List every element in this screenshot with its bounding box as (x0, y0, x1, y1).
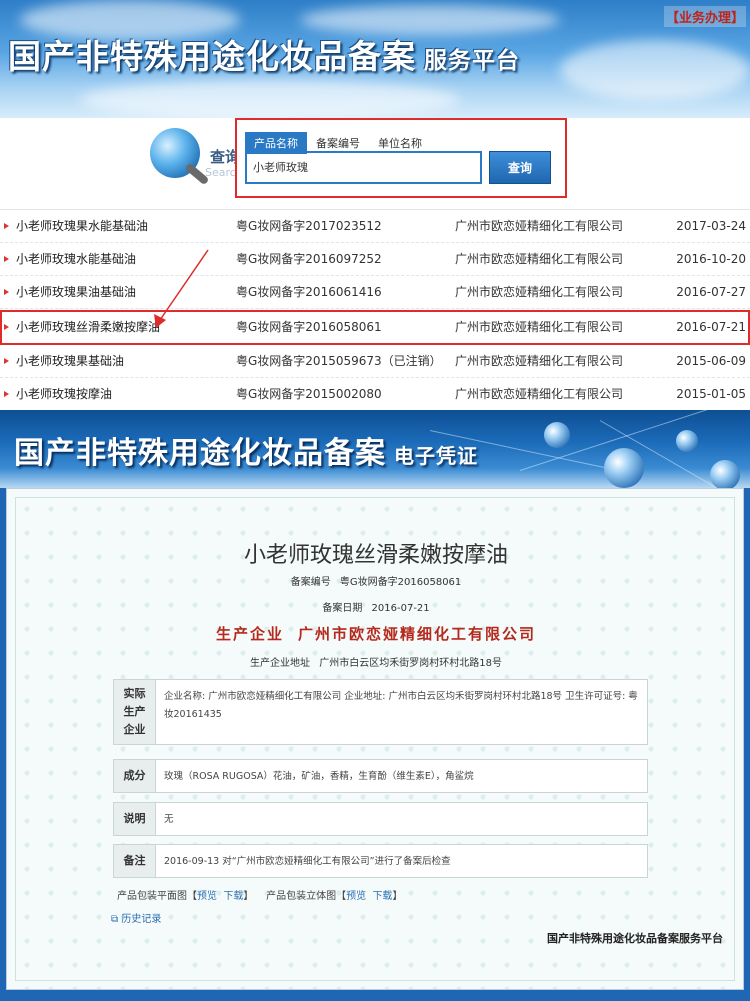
search-button[interactable]: 查询 (489, 151, 551, 184)
certificate-frame: 小老师玫瑰丝滑柔嫩按摩油 备案编号 粤G妆网备字2016058061 备案日期 … (0, 488, 750, 1001)
result-company: 广州市欧恋娅精细化工有限公司 (455, 320, 624, 334)
ingredients-label: 成分 (114, 760, 156, 792)
result-company: 广州市欧恋娅精细化工有限公司 (455, 285, 624, 299)
reg-date-value: 2016-07-21 (371, 603, 430, 614)
address-value: 广州市白云区均禾街罗岗村环村北路18号 (319, 658, 502, 669)
result-row[interactable]: 小老师玫瑰果基础油 粤G妆网备字2015059673（已注销） 广州市欧恋娅精细… (0, 345, 750, 378)
bullet-icon (4, 223, 9, 229)
reg-date-label: 备案日期 (322, 603, 363, 614)
platform-header: 国产非特殊用途化妆品备案 服务平台 【业务办理】 (0, 0, 750, 118)
note-box: 说明 无 (113, 802, 648, 836)
result-code: 粤G妆网备字2015059673（已注销） (236, 354, 442, 368)
remark-value: 2016-09-13 对“广州市欧恋娅精细化工有限公司”进行了备案后检查 (164, 856, 451, 867)
result-code: 粤G妆网备字2016058061 (236, 320, 382, 334)
product-name: 小老师玫瑰丝滑柔嫩按摩油 (243, 543, 508, 568)
result-code: 粤G妆网备字2016061416 (236, 285, 382, 299)
pkg-flat-label: 产品包装平面图【 (117, 891, 197, 902)
result-name[interactable]: 小老师玫瑰果水能基础油 (16, 210, 148, 243)
result-date: 2016-07-27 (676, 285, 746, 299)
history-link[interactable]: ⧉ 历史记录 (111, 910, 161, 925)
result-company: 广州市欧恋娅精细化工有限公司 (455, 387, 624, 401)
actual-producer-value: 企业名称: 广州市欧恋娅精细化工有限公司 企业地址: 广州市白云区均禾街罗岗村环… (164, 691, 638, 720)
address-label: 生产企业地址 (250, 658, 311, 669)
note-label: 说明 (114, 803, 156, 835)
reg-number-label: 备案编号 (290, 577, 331, 588)
pkg-flat-preview-link[interactable]: 预览 (197, 891, 217, 902)
result-code: 粤G妆网备字2015002080 (236, 387, 382, 401)
result-row-highlighted[interactable]: 小老师玫瑰丝滑柔嫩按摩油 粤G妆网备字2016058061 广州市欧恋娅精细化工… (0, 310, 750, 345)
result-row[interactable]: 小老师玫瑰水能基础油 粤G妆网备字2016097252 广州市欧恋娅精细化工有限… (0, 243, 750, 276)
certificate: 小老师玫瑰丝滑柔嫩按摩油 备案编号 粤G妆网备字2016058061 备案日期 … (6, 488, 744, 990)
producer-line: 生产企业 广州市欧恋娅精细化工有限公司 (7, 623, 745, 644)
result-name[interactable]: 小老师玫瑰果油基础油 (16, 276, 136, 309)
result-row[interactable]: 小老师玫瑰按摩油 粤G妆网备字2015002080 广州市欧恋娅精细化工有限公司… (0, 378, 750, 411)
molecule-orb (676, 430, 698, 452)
results-list: 小老师玫瑰果水能基础油 粤G妆网备字2017023512 广州市欧恋娅精细化工有… (0, 210, 750, 411)
search-box: 产品名称 备案编号 单位名称 小老师玫瑰 查询 (235, 118, 567, 198)
footer-brand: 国产非特殊用途化妆品备案服务平台 (547, 932, 723, 945)
cloud-decoration (560, 40, 750, 100)
cloud-decoration (80, 80, 460, 118)
reg-number-line: 备案编号 粤G妆网备字2016058061 (7, 573, 745, 588)
pkg-flat-close: 】 (243, 891, 254, 902)
result-date: 2016-07-21 (676, 320, 746, 334)
actual-producer-label: 实际生产企业 (114, 680, 156, 744)
history-icon: ⧉ (111, 914, 119, 925)
result-company: 广州市欧恋娅精细化工有限公司 (455, 354, 624, 368)
search-input[interactable]: 小老师玫瑰 (245, 151, 482, 184)
result-row[interactable]: 小老师玫瑰果水能基础油 粤G妆网备字2017023512 广州市欧恋娅精细化工有… (0, 210, 750, 243)
address-line: 生产企业地址 广州市白云区均禾街罗岗村环村北路18号 (7, 654, 745, 669)
molecule-orb (604, 448, 644, 488)
result-row[interactable]: 小老师玫瑰果油基础油 粤G妆网备字2016061416 广州市欧恋娅精细化工有限… (0, 276, 750, 309)
bullet-icon (4, 256, 9, 262)
pkg-3d-close: 】 (392, 891, 403, 902)
remark-label: 备注 (114, 845, 156, 877)
search-area: 查询 Search 产品名称 备案编号 单位名称 小老师玫瑰 查询 (0, 118, 750, 210)
reg-date-line: 备案日期 2016-07-21 (7, 599, 745, 614)
business-link[interactable]: 【业务办理】 (663, 6, 746, 27)
remark-box: 备注 2016-09-13 对“广州市欧恋娅精细化工有限公司”进行了备案后检查 (113, 844, 648, 878)
producer-label: 生产企业 (215, 625, 284, 643)
bullet-icon (4, 391, 9, 397)
platform-title: 国产非特殊用途化妆品备案 服务平台 (8, 37, 520, 76)
result-code: 粤G妆网备字2017023512 (236, 219, 382, 233)
actual-producer-box: 实际生产企业 企业名称: 广州市欧恋娅精细化工有限公司 企业地址: 广州市白云区… (113, 679, 648, 745)
reg-number-value: 粤G妆网备字2016058061 (339, 577, 462, 588)
pkg-3d-label: 产品包装立体图【 (266, 891, 347, 902)
result-code: 粤G妆网备字2016097252 (236, 252, 382, 266)
note-value: 无 (164, 814, 174, 825)
result-date: 2016-10-20 (676, 252, 746, 266)
bullet-icon (4, 289, 9, 295)
bullet-icon (4, 324, 9, 330)
molecule-orb (710, 460, 740, 488)
result-name[interactable]: 小老师玫瑰丝滑柔嫩按摩油 (16, 312, 160, 343)
molecule-orb (544, 422, 570, 448)
bullet-icon (4, 358, 9, 364)
certificate-header-title: 国产非特殊用途化妆品备案 电子凭证 (14, 436, 478, 471)
result-company: 广州市欧恋娅精细化工有限公司 (455, 219, 624, 233)
result-date: 2015-01-05 (676, 387, 746, 401)
pkg-3d-download-link[interactable]: 下载 (372, 891, 392, 902)
certificate-header: 国产非特殊用途化妆品备案 电子凭证 (0, 410, 750, 488)
result-name[interactable]: 小老师玫瑰按摩油 (16, 378, 112, 411)
ingredients-box: 成分 玫瑰（ROSA RUGOSA）花油，矿油，香精，生育酚（维生素E），角鲨烷 (113, 759, 648, 793)
result-name[interactable]: 小老师玫瑰水能基础油 (16, 243, 136, 276)
result-company: 广州市欧恋娅精细化工有限公司 (455, 252, 624, 266)
result-date: 2015-06-09 (676, 354, 746, 368)
ingredients-value: 玫瑰（ROSA RUGOSA）花油，矿油，香精，生育酚（维生素E），角鲨烷 (164, 771, 474, 782)
history-label[interactable]: 历史记录 (121, 914, 161, 925)
pkg-3d-preview-link[interactable]: 预览 (346, 891, 366, 902)
package-images-line: 产品包装平面图【预览 下载】 产品包装立体图【预览 下载】 (117, 887, 402, 902)
pkg-flat-download-link[interactable]: 下载 (223, 891, 243, 902)
result-date: 2017-03-24 (676, 219, 746, 233)
producer-name: 广州市欧恋娅精细化工有限公司 (298, 625, 537, 643)
result-name[interactable]: 小老师玫瑰果基础油 (16, 345, 124, 378)
